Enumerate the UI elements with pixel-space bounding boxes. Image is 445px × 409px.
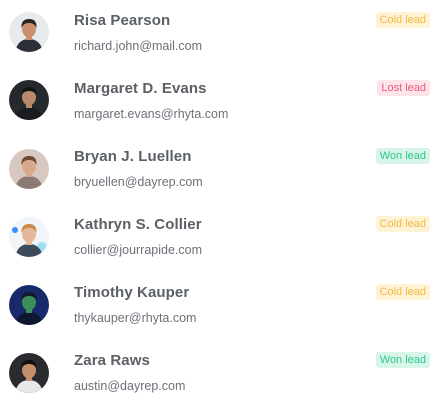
risa-pearson-avatar xyxy=(9,12,49,52)
avatar-portrait xyxy=(9,12,49,52)
lead-email: bryuellen@dayrep.com xyxy=(74,175,203,189)
lead-row-margaret-evans[interactable]: Margaret D. Evans margaret.evans@rhyta.c… xyxy=(0,68,445,136)
margaret-evans-avatar xyxy=(9,80,49,120)
status-badge: Won lead xyxy=(375,148,430,164)
lead-email: collier@jourrapide.com xyxy=(74,243,203,257)
avatar-portrait xyxy=(9,353,49,393)
status-badge: Cold lead xyxy=(375,216,430,232)
lead-row-timothy-kauper[interactable]: Timothy Kauper thykauper@rhyta.com Cold … xyxy=(0,273,445,341)
lead-name: Risa Pearson xyxy=(74,12,171,29)
kathryn-collier-avatar xyxy=(9,217,49,257)
lead-email: austin@dayrep.com xyxy=(74,379,186,393)
status-badge: Cold lead xyxy=(375,12,430,28)
avatar-portrait xyxy=(9,217,49,257)
lead-row-risa-pearson[interactable]: Risa Pearson richard.john@mail.com Cold … xyxy=(0,0,445,68)
avatar-portrait xyxy=(9,285,49,325)
avatar-portrait xyxy=(9,80,49,120)
lead-row-bryan-luellen[interactable]: Bryan J. Luellen bryuellen@dayrep.com Wo… xyxy=(0,137,445,205)
lead-email: thykauper@rhyta.com xyxy=(74,311,197,325)
lead-name: Zara Raws xyxy=(74,352,150,369)
zara-raws-avatar xyxy=(9,353,49,393)
lead-name: Bryan J. Luellen xyxy=(74,148,192,165)
lead-row-kathryn-collier[interactable]: Kathryn S. Collier collier@jourrapide.co… xyxy=(0,205,445,273)
lead-name: Kathryn S. Collier xyxy=(74,216,202,233)
status-badge: Cold lead xyxy=(375,284,430,300)
bryan-luellen-avatar xyxy=(9,149,49,189)
status-badge: Lost lead xyxy=(377,80,430,96)
avatar-portrait xyxy=(9,149,49,189)
lead-row-zara-raws[interactable]: Zara Raws austin@dayrep.com Won lead xyxy=(0,341,445,409)
timothy-kauper-avatar xyxy=(9,285,49,325)
status-badge: Won lead xyxy=(375,352,430,368)
lead-list: Risa Pearson richard.john@mail.com Cold … xyxy=(0,0,445,402)
lead-email: richard.john@mail.com xyxy=(74,39,203,53)
lead-name: Margaret D. Evans xyxy=(74,80,207,97)
lead-name: Timothy Kauper xyxy=(74,284,190,301)
lead-email: margaret.evans@rhyta.com xyxy=(74,107,229,121)
